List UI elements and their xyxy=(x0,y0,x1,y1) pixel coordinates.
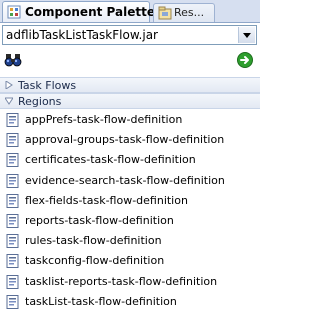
region-icon xyxy=(6,254,19,269)
list-item[interactable]: reports-task-flow-definition xyxy=(0,211,260,231)
region-icon xyxy=(6,234,19,249)
list-item-label: evidence-search-task-flow-definition xyxy=(25,173,225,187)
region-icon xyxy=(6,274,19,289)
search-row xyxy=(0,47,260,75)
list-item[interactable]: approval-groups-task-flow-definition xyxy=(0,130,260,150)
section-label: Regions xyxy=(18,95,62,108)
list-item-label: flex-fields-task-flow-definition xyxy=(25,193,188,207)
list-item-label: certificates-task-flow-definition xyxy=(25,153,196,167)
component-palette-icon xyxy=(7,5,21,19)
tab-bar: Component Palette Res... xyxy=(0,0,260,23)
list-item[interactable]: rules-task-flow-definition xyxy=(0,231,260,251)
list-item-label: rules-task-flow-definition xyxy=(25,234,162,248)
region-icon xyxy=(6,173,19,188)
tab-label: Res... xyxy=(174,6,205,19)
region-icon xyxy=(6,153,19,168)
library-selected-value: adflibTaskListTaskFlow.jar xyxy=(6,28,158,42)
expand-arrow-icon[interactable] xyxy=(5,81,13,89)
list-item-label: tasklist-reports-task-flow-definition xyxy=(25,274,218,288)
resources-icon xyxy=(158,6,172,20)
section-label: Task Flows xyxy=(18,79,77,92)
tab-component-palette[interactable]: Component Palette xyxy=(2,1,155,22)
region-icon xyxy=(6,193,19,208)
regions-list: appPrefs-task-flow-definition approval-g… xyxy=(0,110,260,312)
library-select[interactable]: adflibTaskListTaskFlow.jar xyxy=(2,25,257,45)
binoculars-icon[interactable] xyxy=(4,53,22,67)
region-icon xyxy=(6,113,19,127)
list-item[interactable]: certificates-task-flow-definition xyxy=(0,150,260,170)
tab-label: Component Palette xyxy=(25,5,155,19)
region-icon xyxy=(6,294,19,309)
list-item-label: taskconfig-flow-definition xyxy=(25,254,165,268)
chevron-down-icon xyxy=(243,33,251,38)
collapse-arrow-icon[interactable] xyxy=(5,97,13,105)
section-task-flows[interactable]: Task Flows xyxy=(0,77,260,93)
list-item[interactable]: flex-fields-task-flow-definition xyxy=(0,191,260,211)
region-icon xyxy=(6,133,19,148)
list-item[interactable]: taskconfig-flow-definition xyxy=(0,251,260,271)
list-item[interactable]: appPrefs-task-flow-definition xyxy=(0,110,260,130)
tab-resources[interactable]: Res... xyxy=(153,3,215,22)
list-item-label: appPrefs-task-flow-definition xyxy=(25,113,183,126)
list-item-label: reports-task-flow-definition xyxy=(25,213,174,227)
region-icon xyxy=(6,213,19,228)
list-item[interactable]: taskList-task-flow-definition xyxy=(0,292,260,312)
list-item[interactable]: evidence-search-task-flow-definition xyxy=(0,171,260,191)
list-item-label: taskList-task-flow-definition xyxy=(25,294,177,308)
green-go-icon[interactable] xyxy=(237,52,253,68)
search-input[interactable] xyxy=(26,51,233,69)
list-item[interactable]: tasklist-reports-task-flow-definition xyxy=(0,272,260,292)
dropdown-arrow[interactable] xyxy=(238,27,255,43)
list-item-label: approval-groups-task-flow-definition xyxy=(25,133,225,147)
section-regions[interactable]: Regions xyxy=(0,93,260,109)
